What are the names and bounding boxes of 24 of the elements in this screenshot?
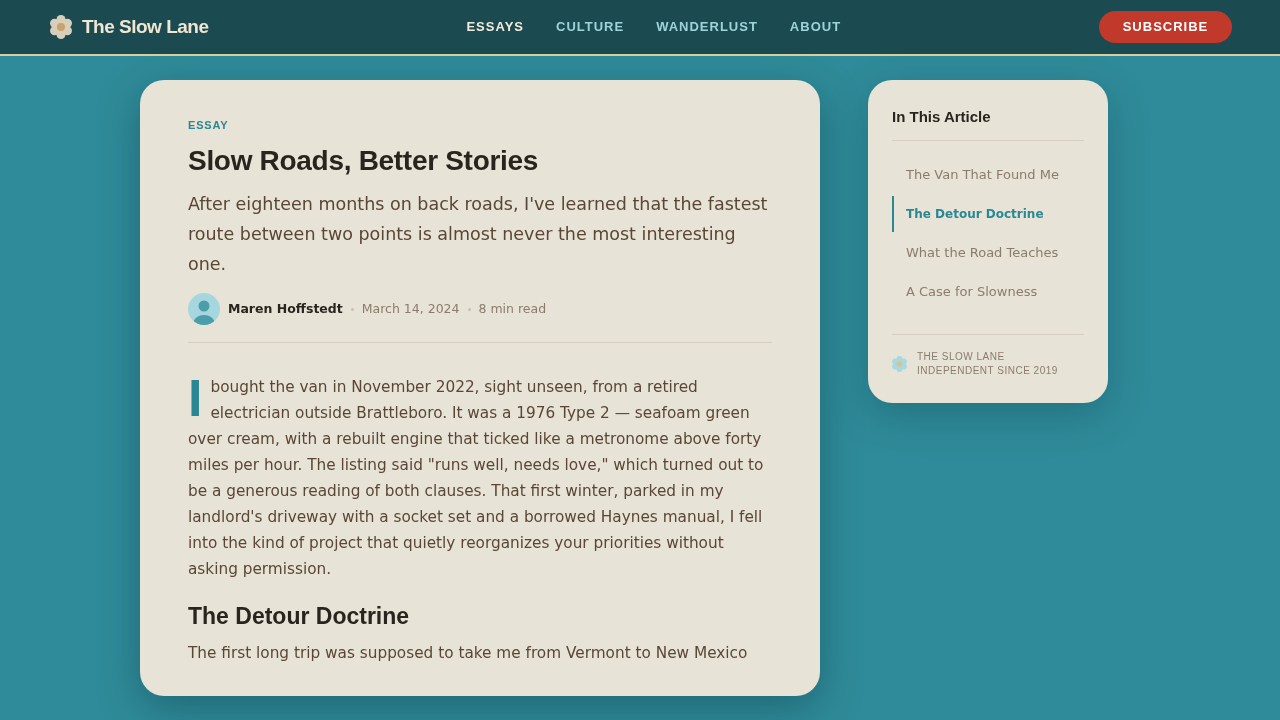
toc-link[interactable]: The Van That Found Me [892, 157, 1084, 193]
nav-link[interactable]: CULTURE [556, 17, 625, 37]
toc-link[interactable]: The Detour Doctrine [892, 196, 1084, 232]
category-label: ESSAY [188, 118, 229, 133]
article-title: Slow Roads, Better Stories [188, 144, 539, 178]
footer-caption: INDEPENDENT SINCE 2019 [917, 364, 1058, 378]
article-subtitle: After eighteen months on back roads, I've learned that the fastest route between two points is almost never the most interesting one. [188, 193, 769, 276]
nav-link[interactable]: ABOUT [789, 17, 842, 37]
footer-caption: THE SLOW LANE [917, 350, 1006, 364]
toc-link[interactable]: A Case for Slowness [892, 274, 1084, 310]
nav-link[interactable]: WANDERLUST [656, 17, 758, 37]
site-logo[interactable]: The Slow Lane [82, 12, 209, 42]
section-heading: The Detour Doctrine [188, 602, 410, 631]
author-name: Maren Hoffstedt [228, 299, 343, 318]
read-time: 8 min read [478, 299, 547, 318]
subscribe-button[interactable]: SUBSCRIBE [1099, 11, 1232, 43]
flower-icon [892, 356, 907, 372]
toc-title: In This Article [892, 107, 991, 127]
publish-date: March 14, 2024 [361, 299, 460, 318]
toc-link[interactable]: What the Road Teaches [892, 235, 1084, 271]
body-paragraph: The first long trip was supposed to take me from Vermont to New Mexico [188, 643, 749, 664]
flower-icon [50, 15, 72, 39]
avatar-icon [188, 293, 220, 325]
nav-link[interactable]: ESSAYS [466, 17, 524, 37]
